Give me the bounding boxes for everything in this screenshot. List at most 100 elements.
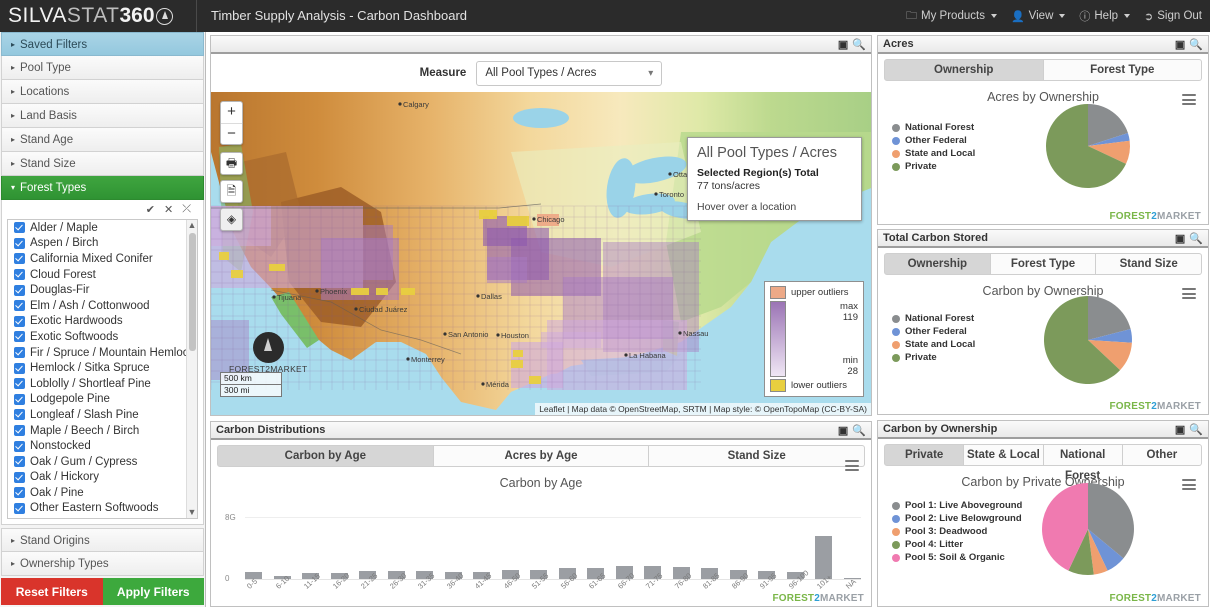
leaflet-map[interactable]: CalgaryChicagoOttawaTorontoPhoenixTijuan… <box>211 92 871 415</box>
dist-chart-menu-icon[interactable] <box>845 460 859 471</box>
panel-collapse-icon[interactable]: ▣ <box>1175 423 1185 436</box>
clear-all-icon[interactable]: ✕ <box>164 203 173 216</box>
checkbox-checked-icon[interactable] <box>14 331 25 342</box>
zoom-out-button[interactable]: − <box>221 123 242 144</box>
legend-item[interactable]: Other Federal <box>892 134 975 147</box>
checkbox-checked-icon[interactable] <box>14 347 25 358</box>
forest-type-row[interactable]: Elm / Ash / Cottonwood <box>8 298 197 314</box>
checkbox-checked-icon[interactable] <box>14 269 25 280</box>
panel-collapse-icon[interactable]: ▣ <box>838 38 848 51</box>
panel-maximize-icon[interactable]: 🔍 <box>852 38 866 51</box>
panel-collapse-icon[interactable]: ▣ <box>1175 38 1185 51</box>
scroll-up-icon[interactable]: ▲ <box>187 220 197 231</box>
checkbox-checked-icon[interactable] <box>14 409 25 420</box>
panel-maximize-icon[interactable]: 🔍 <box>852 424 866 437</box>
forest-type-row[interactable]: Fir / Spruce / Mountain Hemlock <box>8 345 197 361</box>
checkbox-checked-icon[interactable] <box>14 378 25 389</box>
forest-type-row[interactable]: Loblolly / Shortleaf Pine <box>8 376 197 392</box>
tab-acres-ownership[interactable]: Ownership <box>884 59 1044 81</box>
apply-filters-button[interactable]: Apply Filters <box>103 578 205 605</box>
checkbox-checked-icon[interactable] <box>14 472 25 483</box>
legend-item[interactable]: National Forest <box>892 121 975 134</box>
app-logo[interactable]: SILVASTAT360 <box>0 0 196 32</box>
forest-type-row[interactable]: Exotic Hardwoods <box>8 314 197 330</box>
legend-item[interactable]: State and Local <box>892 338 975 351</box>
panel-maximize-icon[interactable]: 🔍 <box>1189 423 1203 436</box>
nav-sign-out[interactable]: ➲ Sign Out <box>1144 10 1202 23</box>
legend-item[interactable]: Other Federal <box>892 325 975 338</box>
tab-acres-by-age[interactable]: Acres by Age <box>434 445 650 467</box>
map-attribution[interactable]: Leaflet | Map data © OpenStreetMap, SRTM… <box>535 403 871 415</box>
sidebar-item-forest-types[interactable]: ▾Forest Types <box>1 176 204 200</box>
checkbox-checked-icon[interactable] <box>14 238 25 249</box>
legend-item[interactable]: Pool 4: Litter <box>892 538 1022 551</box>
measure-select[interactable]: All Pool Types / Acres ▾ <box>476 61 662 86</box>
acres-pie-chart[interactable] <box>1028 96 1148 196</box>
tab-acres-forest-type[interactable]: Forest Type <box>1044 59 1203 81</box>
select-all-icon[interactable]: ✔ <box>146 203 155 216</box>
forest-type-row[interactable]: Exotic Softwoods <box>8 329 197 345</box>
export-icon[interactable]: 🗎 <box>221 181 242 202</box>
nav-view[interactable]: 👤 View <box>1011 10 1065 23</box>
own-chart-menu-icon[interactable] <box>1182 479 1196 490</box>
tab-carbon-forest-type[interactable]: Forest Type <box>991 253 1097 275</box>
legend-item[interactable]: Pool 5: Soil & Organic <box>892 551 1022 564</box>
acres-chart-menu-icon[interactable] <box>1182 94 1196 105</box>
legend-item[interactable]: Private <box>892 351 975 364</box>
forest-types-scrollbar[interactable]: ▲ ▼ <box>186 220 197 518</box>
checkbox-checked-icon[interactable] <box>14 503 25 514</box>
legend-item[interactable]: Pool 2: Live Belowground <box>892 512 1022 525</box>
sidebar-item-stand-origins[interactable]: ▸Stand Origins <box>1 528 204 552</box>
panel-maximize-icon[interactable]: 🔍 <box>1189 38 1203 51</box>
sidebar-item-pool-type[interactable]: ▸Pool Type <box>1 56 204 80</box>
panel-collapse-icon[interactable]: ▣ <box>838 424 848 437</box>
tab-own-private[interactable]: Private <box>884 444 964 466</box>
sidebar-item-saved-filters[interactable]: ▸Saved Filters <box>1 32 204 56</box>
scroll-down-icon[interactable]: ▼ <box>187 507 197 518</box>
forest-type-row[interactable]: Lodgepole Pine <box>8 392 197 408</box>
checkbox-checked-icon[interactable] <box>14 456 25 467</box>
forest-type-row[interactable]: Oak / Pine <box>8 485 197 501</box>
scrollbar-thumb[interactable] <box>189 233 196 351</box>
tab-carbon-ownership[interactable]: Ownership <box>884 253 991 275</box>
tab-own-other[interactable]: Other <box>1123 444 1202 466</box>
map-export-control[interactable]: 🗎 <box>220 180 243 203</box>
tab-own-state-local[interactable]: State & Local <box>964 444 1043 466</box>
checkbox-checked-icon[interactable] <box>14 253 25 264</box>
nav-help[interactable]: ⓘ Help <box>1079 8 1130 24</box>
sidebar-item-locations[interactable]: ▸Locations <box>1 80 204 104</box>
sidebar-item-stand-age[interactable]: ▸Stand Age <box>1 128 204 152</box>
sidebar-item-ownership-types[interactable]: ▸Ownership Types <box>1 552 204 576</box>
sidebar-item-stand-size[interactable]: ▸Stand Size <box>1 152 204 176</box>
legend-item[interactable]: State and Local <box>892 147 975 160</box>
forest-type-row[interactable]: Douglas-Fir <box>8 282 197 298</box>
checkbox-checked-icon[interactable] <box>14 300 25 311</box>
tab-carbon-stand-size[interactable]: Stand Size <box>1096 253 1202 275</box>
own-pie-chart[interactable] <box>1028 479 1148 579</box>
print-icon[interactable]: 🖶 <box>221 153 242 174</box>
map-zoom-controls[interactable]: + − <box>220 101 243 145</box>
forest-type-row[interactable]: Aspen / Birch <box>8 236 197 252</box>
tab-carbon-by-age[interactable]: Carbon by Age <box>217 445 434 467</box>
checkbox-checked-icon[interactable] <box>14 425 25 436</box>
tab-own-national-forest[interactable]: National Forest <box>1044 444 1123 466</box>
nav-my-products[interactable]: 🗀 My Products <box>906 7 997 26</box>
forest-type-row[interactable]: Hemlock / Sitka Spruce <box>8 360 197 376</box>
checkbox-checked-icon[interactable] <box>14 363 25 374</box>
forest-type-row[interactable]: Cloud Forest <box>8 267 197 283</box>
checkbox-checked-icon[interactable] <box>14 222 25 233</box>
panel-maximize-icon[interactable]: 🔍 <box>1189 232 1203 245</box>
invert-selection-icon[interactable]: ⤫ <box>182 203 191 216</box>
tab-stand-size[interactable]: Stand Size <box>649 445 865 467</box>
forest-type-row[interactable]: Longleaf / Slash Pine <box>8 407 197 423</box>
legend-item[interactable]: Private <box>892 160 975 173</box>
map-layers-control[interactable]: ◈ <box>220 208 243 231</box>
forest-type-row[interactable]: Other Hardwoods <box>8 516 197 519</box>
forest-types-list[interactable]: Alder / MapleAspen / BirchCalifornia Mix… <box>7 219 198 519</box>
map-print-control[interactable]: 🖶 <box>220 152 243 175</box>
forest-type-row[interactable]: California Mixed Conifer <box>8 251 197 267</box>
forest-type-row[interactable]: Other Eastern Softwoods <box>8 501 197 517</box>
forest-type-row[interactable]: Oak / Gum / Cypress <box>8 454 197 470</box>
carbon-chart-menu-icon[interactable] <box>1182 288 1196 299</box>
checkbox-checked-icon[interactable] <box>14 441 25 452</box>
